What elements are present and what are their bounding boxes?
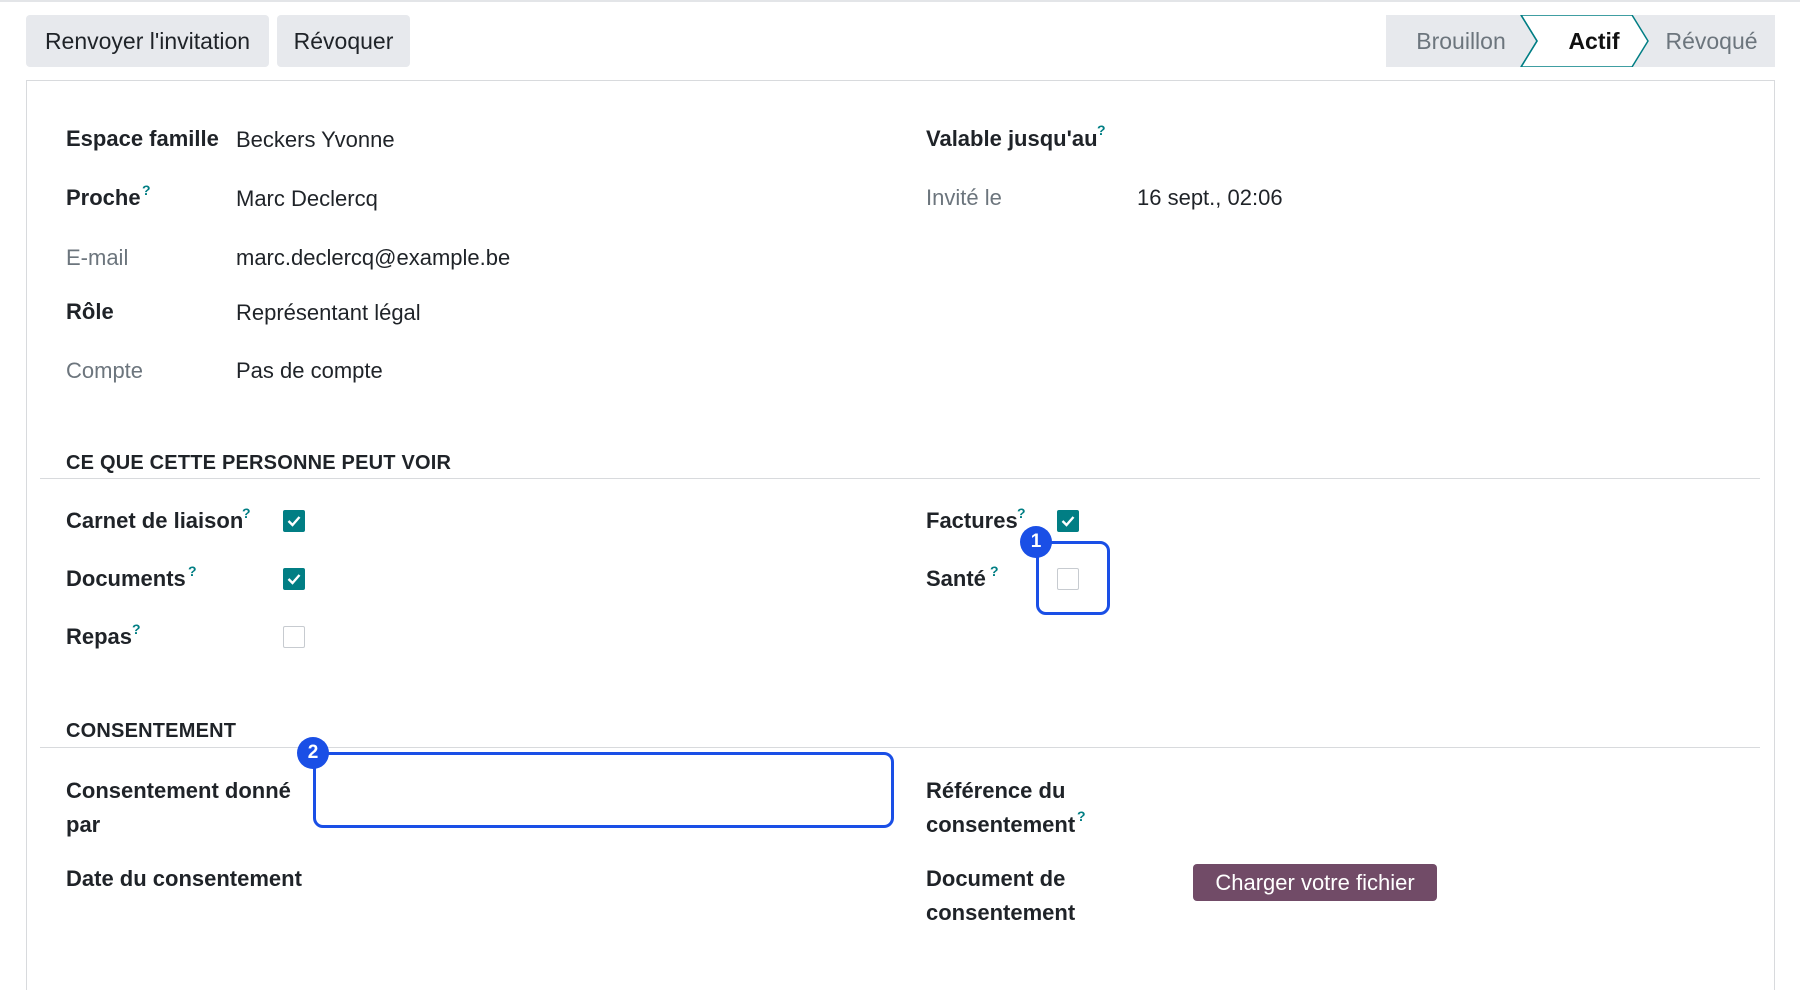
consent-section-title: CONSENTEMENT <box>66 720 237 742</box>
marker-2-badge: 2 <box>297 737 329 769</box>
consent-reference-help-icon[interactable]: ? <box>1077 808 1086 824</box>
documents-checkbox[interactable] <box>283 568 305 590</box>
health-label: Santé <box>926 566 986 591</box>
valid-until-label: Valable jusqu'au <box>926 126 1098 151</box>
family-space-value[interactable]: Beckers Yvonne <box>236 125 395 155</box>
meals-help-icon[interactable]: ? <box>132 621 141 637</box>
consent-given-by-label-line1: Consentement donné <box>66 778 291 803</box>
revoke-button[interactable]: Révoquer <box>277 15 410 67</box>
account-value[interactable]: Pas de compte <box>236 356 383 386</box>
invited-on-value: 16 sept., 02:06 <box>1137 185 1283 210</box>
email-label: E-mail <box>66 245 129 270</box>
meals-label: Repas <box>66 624 133 649</box>
relative-label: Proche <box>66 185 141 210</box>
email-value[interactable]: marc.declercq@example.be <box>236 243 510 273</box>
documents-help-icon[interactable]: ? <box>188 563 197 579</box>
meals-checkbox[interactable] <box>283 626 305 648</box>
health-help-icon[interactable]: ? <box>990 563 999 579</box>
consent-document-label-line2: consentement <box>926 900 1076 925</box>
checkmark-icon <box>287 516 301 527</box>
invoices-help-icon[interactable]: ? <box>1017 505 1026 521</box>
role-value[interactable]: Représentant légal <box>236 298 421 328</box>
logbook-help-icon[interactable]: ? <box>242 505 251 521</box>
form-sheet <box>26 80 1775 990</box>
status-bar: Brouillon Actif Révoqué <box>1386 15 1775 67</box>
consent-given-by-label-line2: par <box>66 812 101 837</box>
top-border <box>0 0 1800 2</box>
account-label: Compte <box>66 358 144 383</box>
visibility-section-divider <box>40 478 1760 479</box>
valid-until-help-icon[interactable]: ? <box>1097 122 1106 138</box>
logbook-checkbox[interactable] <box>283 510 305 532</box>
marker-1-badge: 1 <box>1020 526 1052 558</box>
consent-given-by-input[interactable] <box>313 752 894 828</box>
invoices-checkbox[interactable] <box>1057 510 1079 532</box>
role-label: Rôle <box>66 299 114 324</box>
consent-reference-label-line1: Référence du <box>926 778 1066 803</box>
consent-document-label-line1: Document de <box>926 866 1066 891</box>
invoices-label: Factures <box>926 508 1018 533</box>
invited-on-label: Invité le <box>926 185 1002 210</box>
consent-reference-label-line2: consentement <box>926 812 1076 837</box>
status-stage-revoked[interactable]: Révoqué <box>1648 15 1775 67</box>
upload-file-button[interactable]: Charger votre fichier <box>1193 864 1437 901</box>
checkmark-icon <box>1061 516 1075 527</box>
relative-help-icon[interactable]: ? <box>142 182 151 198</box>
status-stage-active[interactable]: Actif <box>1542 15 1646 67</box>
checkmark-icon <box>287 574 301 585</box>
logbook-label: Carnet de liaison <box>66 508 244 533</box>
family-space-label: Espace famille <box>66 126 219 151</box>
resend-invitation-button[interactable]: Renvoyer l'invitation <box>26 15 269 67</box>
documents-label: Documents <box>66 566 186 591</box>
status-stage-draft[interactable]: Brouillon <box>1386 15 1536 67</box>
visibility-section-title: CE QUE CETTE PERSONNE PEUT VOIR <box>66 452 452 474</box>
relative-value[interactable]: Marc Declercq <box>236 184 378 214</box>
consent-date-label: Date du consentement <box>66 866 302 891</box>
